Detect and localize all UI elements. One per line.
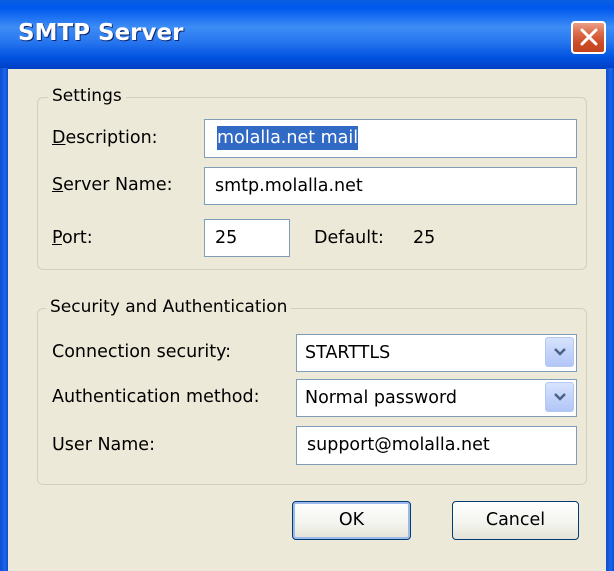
port-label: Port: [52,228,93,248]
settings-group-title: Settings [48,86,126,106]
close-button[interactable] [571,21,606,54]
auth-method-dropdown-button[interactable] [545,382,574,412]
chevron-down-icon [554,348,566,356]
user-name-value: support@molalla.net [307,435,490,455]
server-name-value: smtp.molalla.net [215,176,363,196]
port-field[interactable]: 25 [204,219,290,257]
window-border-left [0,68,8,571]
auth-method-label: Authentication method: [52,387,260,407]
description-value: molalla.net mail [217,126,359,150]
security-group-title: Security and Authentication [46,297,292,317]
server-name-field[interactable]: smtp.molalla.net [204,167,577,205]
user-name-label: User Name: [52,435,155,455]
default-port-label: Default: [314,228,384,248]
auth-method-select[interactable]: Normal password [296,379,577,417]
close-icon [580,28,598,46]
chevron-down-icon [554,393,566,401]
title-bar[interactable]: SMTP Server [0,0,614,69]
auth-method-value: Normal password [305,388,457,408]
description-label: Description: [52,128,158,148]
connection-security-select[interactable]: STARTTLS [296,334,577,372]
server-name-label: Server Name: [52,175,173,195]
dialog-title: SMTP Server [18,20,184,46]
port-value: 25 [215,228,238,248]
window-border-right [606,68,614,571]
default-port-value: 25 [413,228,436,248]
cancel-button[interactable]: Cancel [452,501,579,540]
user-name-field[interactable]: support@molalla.net [296,426,577,465]
smtp-server-dialog: SMTP Server Settings Description: molall… [0,0,614,571]
connection-security-value: STARTTLS [305,343,391,363]
ok-button[interactable]: OK [292,501,411,540]
connection-security-label: Connection security: [52,342,232,362]
description-field[interactable]: molalla.net mail [204,119,577,158]
connection-security-dropdown-button[interactable] [545,337,574,367]
